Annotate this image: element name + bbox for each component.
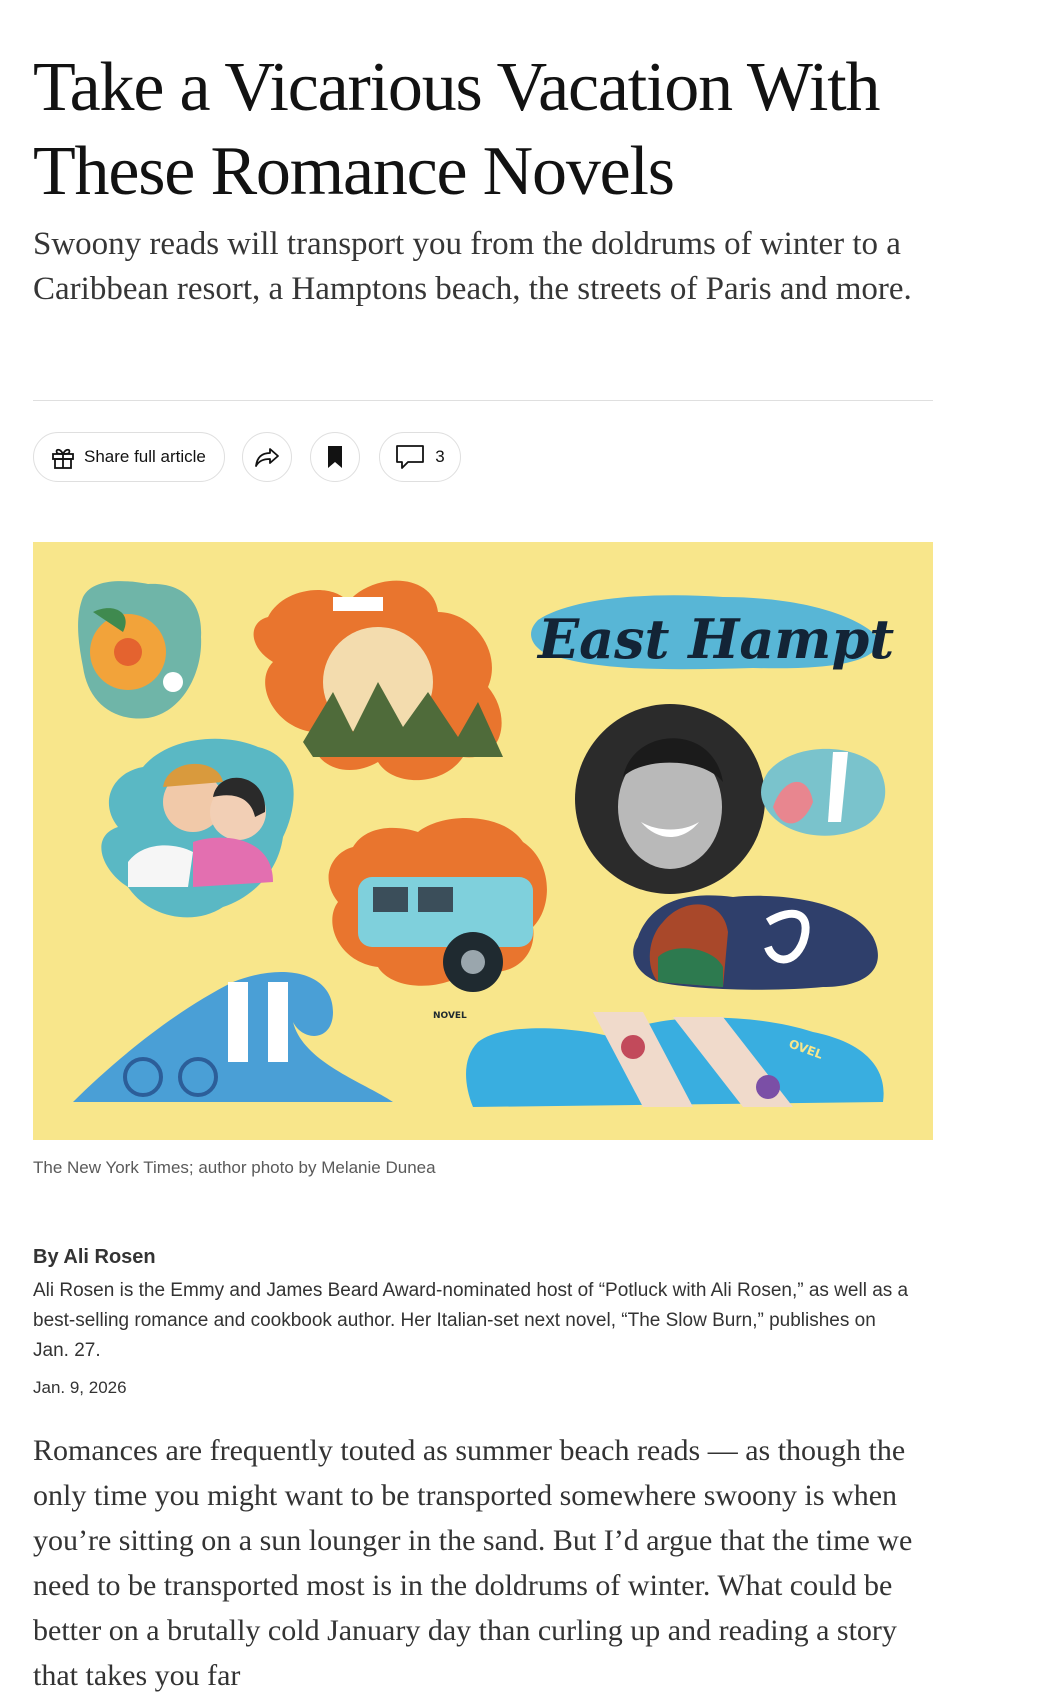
- image-credit: The New York Times; author photo by Mela…: [33, 1158, 436, 1177]
- east-hampton-cover-shape: East Hampt: [531, 595, 894, 671]
- article-headline: Take a Vicarious Vacation With These Rom…: [33, 49, 880, 210]
- divider: [33, 400, 933, 401]
- publish-date: Jan. 9, 2026: [33, 1378, 127, 1397]
- comment-count: 3: [435, 447, 445, 466]
- article-body-paragraph: Romances are frequently touted as summer…: [33, 1434, 913, 1692]
- author-photo: [575, 704, 765, 894]
- gift-icon: [50, 444, 76, 470]
- article-summary: Swoony reads will transport you from the…: [33, 226, 912, 307]
- author-name[interactable]: By Ali Rosen: [33, 1244, 933, 1270]
- share-arrow-icon: [253, 445, 281, 469]
- east-hampton-cover-text: East Hampt: [536, 607, 894, 671]
- byline: By Ali Rosen Ali Rosen is the Emmy and J…: [33, 1244, 933, 1398]
- article-toolbar: Share full article 3: [33, 432, 933, 484]
- share-button[interactable]: [242, 432, 292, 482]
- bookmark-icon: [326, 445, 344, 469]
- hero-illustration: East Hampt NOVEL OVEL: [33, 542, 933, 1140]
- author-bio: Ali Rosen is the Emmy and James Beard Aw…: [33, 1280, 909, 1361]
- comment-icon: [395, 444, 425, 470]
- van-cover-text: NOVEL: [433, 1011, 467, 1021]
- share-full-article-button[interactable]: Share full article: [33, 432, 225, 482]
- comments-button[interactable]: 3: [379, 432, 461, 482]
- share-full-article-label: Share full article: [84, 447, 206, 466]
- save-bookmark-button[interactable]: [310, 432, 360, 482]
